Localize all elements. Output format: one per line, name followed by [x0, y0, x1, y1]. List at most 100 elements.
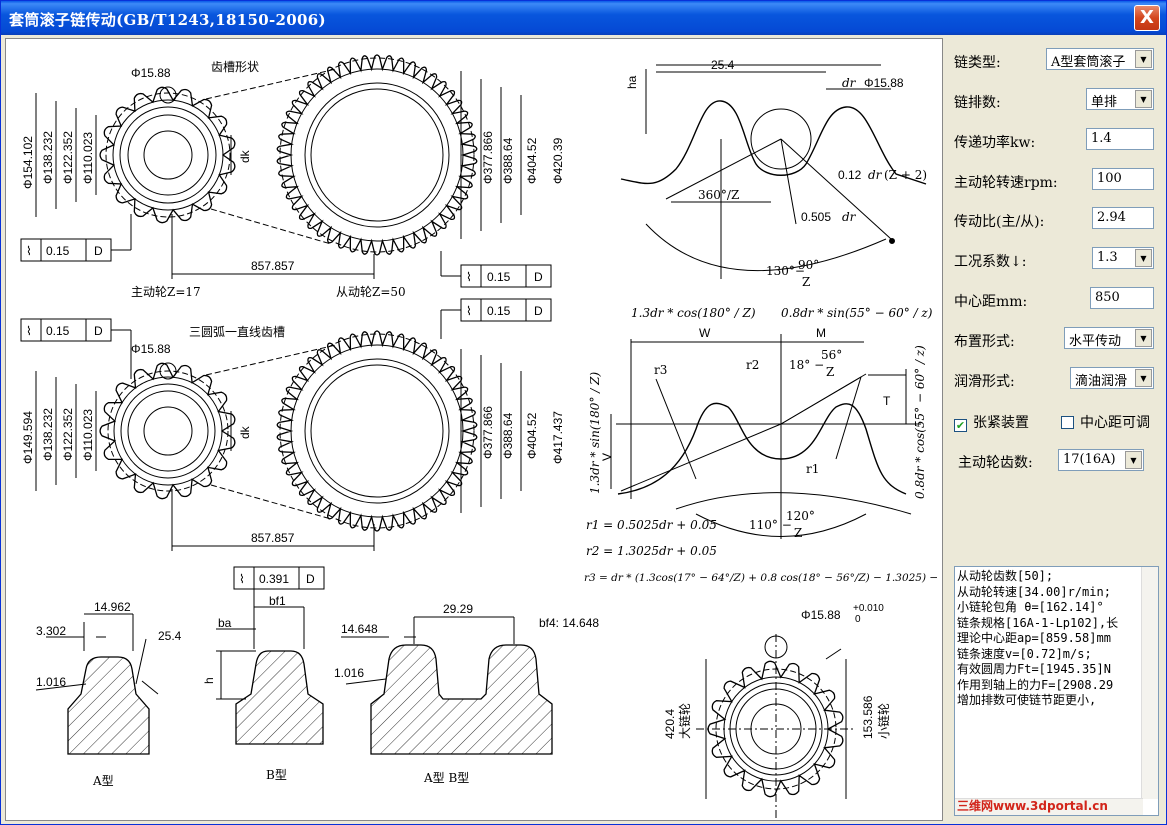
chevron-down-icon[interactable]: ▼	[1135, 369, 1152, 387]
dr-label: dr	[842, 76, 857, 90]
center-label: 中心距mm:	[954, 294, 1028, 310]
angle-18: 18° −	[789, 358, 824, 372]
ratio-label: 传动比(主/从):	[954, 214, 1045, 230]
vertical-scrollbar[interactable]	[1141, 567, 1158, 799]
chevron-down-icon[interactable]: ▼	[1135, 249, 1152, 267]
angle-130-num: 90°	[798, 258, 819, 272]
rows-value: 单排	[1091, 95, 1118, 110]
result-line: 小链轮包角 θ=[162.14]°	[957, 600, 1104, 614]
formula-left-vertical: 1.3dr * sin(180° / Z)	[588, 372, 602, 494]
mid-center-distance: 857.857	[251, 531, 295, 545]
m-label: M	[816, 326, 826, 340]
a-chamfer: 1.016	[36, 675, 66, 689]
title-bar[interactable]: 套筒滚子链传动(GB/T1243,18150-2006) X	[1, 1, 1166, 35]
mid-large-sprocket	[276, 330, 478, 532]
lube-select[interactable]: 滴油润滑 ▼	[1070, 367, 1154, 389]
top-tol-datum: D	[94, 244, 103, 258]
tooth-shape-label: 齿槽形状	[211, 60, 259, 74]
top-small-dim-1: Φ154.102	[21, 136, 35, 189]
ab-type-label: A型 B型	[423, 771, 469, 785]
eq-r3: r3 = dr * (1.3cos(17° − 64°/Z) + 0.8 cos…	[584, 572, 943, 584]
angle-18-den: Z	[826, 365, 834, 379]
formula-012-tail: (Z + 2)	[884, 168, 927, 182]
flatness-icon: ⌇	[26, 324, 32, 338]
mid-small-sprocket	[99, 362, 236, 500]
formula-right-vertical: 0.8dr * cos(55° − 60° / z)	[913, 345, 927, 499]
eq-r1: r1 = 0.5025dr + 0.05	[586, 518, 717, 532]
chevron-down-icon[interactable]: ▼	[1125, 451, 1142, 469]
top-tol-datum-2: D	[534, 270, 543, 284]
r3-label: r3	[654, 363, 667, 377]
speed-input[interactable]: 100	[1092, 168, 1154, 190]
top-large-dim-1: Φ377.866	[481, 131, 495, 184]
chain-type-select[interactable]: A型套筒滚子 ▼	[1046, 48, 1154, 70]
adjust-checkbox[interactable]: 中心距可调	[1061, 412, 1150, 432]
bottom-tol-plus: +0.010	[853, 603, 884, 614]
drawing-canvas: 齿槽形状 Φ15.88 Φ154.102 Φ138.232 Φ122.352 Φ…	[5, 38, 943, 821]
result-line: 链条速度v=[0.72]m/s;	[957, 646, 1092, 661]
factor-value: 1.3	[1097, 250, 1118, 265]
ratio-input[interactable]: 2.94	[1092, 207, 1154, 229]
angle-360: 360°/Z	[698, 188, 739, 202]
a-width: 14.962	[94, 600, 131, 614]
mid-tol-large: 0.15	[487, 304, 511, 318]
mid-dk: dk	[238, 425, 252, 439]
rows-select[interactable]: 单排 ▼	[1086, 88, 1154, 110]
teeth-value: 17(16A)	[1063, 452, 1116, 467]
pitch-label: 25.4	[711, 58, 735, 72]
layout-value: 水平传动	[1069, 334, 1122, 349]
flatness-icon: ⌇	[26, 244, 32, 258]
ab-chamfer: 1.016	[334, 666, 364, 680]
a-type-label: A型	[92, 774, 114, 788]
checkbox-empty-icon	[1061, 416, 1074, 429]
bottom-sprocket	[696, 634, 856, 819]
r1-label: r1	[806, 462, 819, 476]
top-roller-dim: Φ15.88	[131, 66, 171, 80]
speed-label: 主动轮转速rpm:	[954, 175, 1058, 191]
factor-label: 工况系数↓:	[954, 254, 1027, 270]
rows-label: 链排数:	[954, 95, 1001, 111]
layout-select[interactable]: 水平传动 ▼	[1064, 327, 1154, 349]
result-line: 有效圆周力Ft=[1945.35]N	[957, 662, 1111, 676]
r2-label: r2	[746, 358, 759, 372]
factor-select[interactable]: 1.3 ▼	[1092, 247, 1154, 269]
three-arc-label: 三圆弧一直线齿槽	[189, 325, 285, 339]
a-right: 25.4	[158, 629, 182, 643]
a-left: 3.302	[36, 624, 66, 638]
window-title: 套筒滚子链传动(GB/T1243,18150-2006)	[9, 11, 326, 29]
result-line: 理论中心距ap=[859.58]mm	[957, 631, 1111, 645]
chevron-down-icon[interactable]: ▼	[1135, 50, 1152, 68]
power-input[interactable]: 1.4	[1086, 128, 1154, 150]
formula-012: 0.12	[838, 168, 862, 182]
angle-130-den: Z	[802, 275, 810, 289]
mid-tol-datum-2: D	[534, 304, 543, 318]
top-tol-large: 0.15	[487, 270, 511, 284]
result-line: 作用到轴上的力F=[2908.29	[957, 677, 1114, 692]
result-line: 从动轮转速[34.00]r/min;	[957, 584, 1111, 599]
chevron-down-icon[interactable]: ▼	[1135, 90, 1152, 108]
dr-suffix-2: dr	[868, 168, 883, 182]
result-line: 链条规格[16A-1-Lp102],长	[957, 615, 1119, 630]
top-small-dim-3: Φ122.352	[61, 131, 75, 184]
t-label: T	[883, 394, 891, 408]
driven-label: 从动轮Z=50	[336, 285, 406, 299]
mid-roller-dim: Φ15.88	[131, 342, 171, 356]
result-line: 增加排数可使链节距更小,	[957, 693, 1097, 707]
layout-label: 布置形式:	[954, 334, 1015, 350]
close-icon[interactable]: X	[1134, 5, 1160, 31]
parameter-panel: 链类型: A型套筒滚子 ▼ 链排数: 单排 ▼ 传递功率kw: 1.4 主动轮转…	[946, 38, 1164, 821]
v-label: V	[600, 453, 614, 461]
result-textarea[interactable]: 从动轮齿数[50]; 从动轮转速[34.00]r/min; 小链轮包角 θ=[162…	[954, 566, 1159, 816]
flatness-icon: ⌇	[239, 572, 245, 586]
app-window: 套筒滚子链传动(GB/T1243,18150-2006) X 齿槽形状 Φ15.…	[0, 0, 1167, 825]
profile-ab	[341, 616, 553, 755]
angle-110-num: 120°	[786, 509, 815, 523]
teeth-select[interactable]: 17(16A) ▼	[1058, 449, 1144, 471]
center-input[interactable]: 850	[1090, 287, 1154, 309]
tension-checkbox[interactable]: ✔ 张紧装置	[954, 412, 1029, 432]
top-small-sprocket	[99, 86, 236, 224]
lube-value: 滴油润滑	[1075, 374, 1128, 389]
chevron-down-icon[interactable]: ▼	[1135, 329, 1152, 347]
ha-label: ha	[625, 75, 639, 89]
w-label: W	[699, 326, 711, 340]
